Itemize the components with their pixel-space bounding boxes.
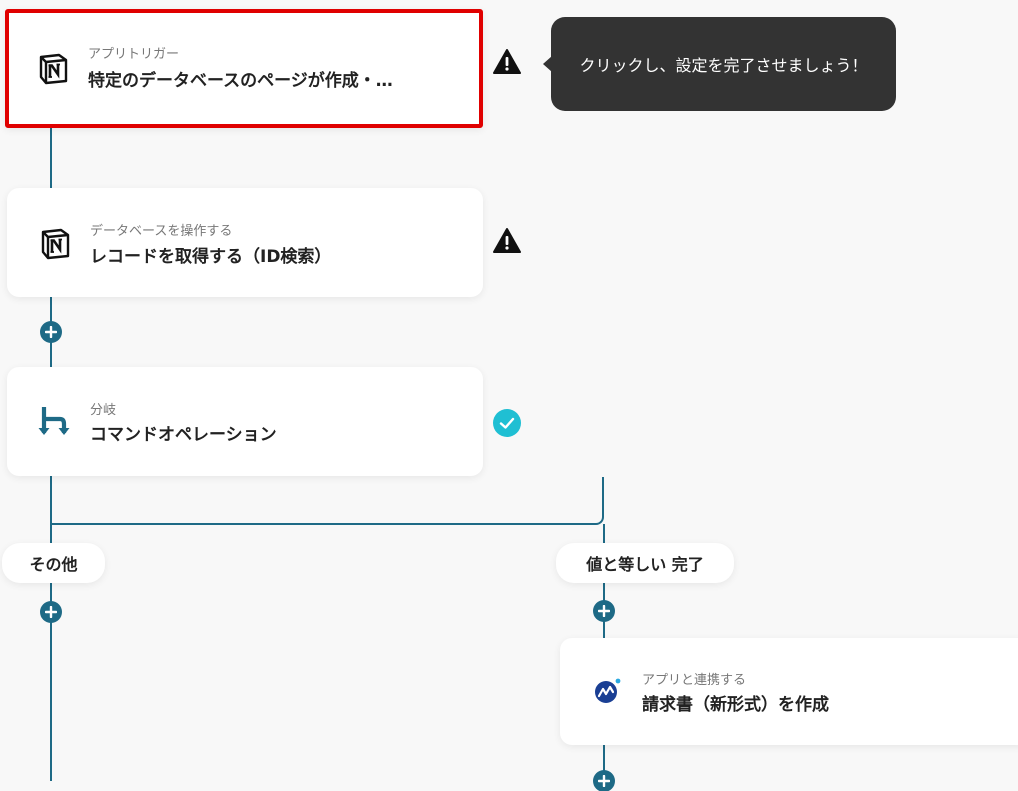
step-title: 請求書（新形式）を作成: [642, 695, 829, 715]
add-step-button[interactable]: [40, 601, 62, 623]
step-type-label: 分岐: [90, 403, 117, 418]
step-type-label: アプリと連携する: [642, 673, 747, 688]
misoca-icon: [595, 678, 621, 703]
check-icon: [493, 409, 521, 437]
add-step-button[interactable]: [593, 770, 615, 791]
trigger-step-card[interactable]: アプリトリガー 特定のデータベースのページが作成・…: [5, 9, 483, 128]
branch-icon: [38, 407, 70, 435]
branch-label-equals[interactable]: 値と等しい 完了: [556, 543, 734, 583]
branch-step-card[interactable]: 分岐 コマンドオペレーション: [7, 367, 483, 476]
tooltip-text: クリックし、設定を完了させましょう！: [579, 56, 868, 75]
notion-icon: [39, 53, 68, 85]
branch-label-text: その他: [29, 555, 78, 574]
plus-icon: [598, 775, 610, 787]
flow-canvas: アプリトリガー 特定のデータベースのページが作成・… クリックし、設定を完了させ…: [0, 0, 1018, 791]
branch-connector: [50, 477, 604, 525]
plus-icon: [45, 326, 57, 338]
branch-label-text: 値と等しい 完了: [586, 555, 704, 574]
add-step-button[interactable]: [593, 600, 615, 622]
get-record-step-card[interactable]: データベースを操作する レコードを取得する（ID検索）: [7, 188, 483, 297]
warning-icon: [493, 228, 521, 253]
create-invoice-step-card[interactable]: アプリと連携する 請求書（新形式）を作成: [560, 638, 1018, 745]
setup-tooltip: クリックし、設定を完了させましょう！: [551, 17, 896, 111]
plus-icon: [598, 605, 610, 617]
plus-icon: [45, 606, 57, 618]
step-type-label: データベースを操作する: [90, 224, 233, 239]
step-title: 特定のデータベースのページが作成・…: [88, 71, 393, 91]
step-type-label: アプリトリガー: [88, 47, 180, 62]
add-step-button[interactable]: [40, 321, 62, 343]
warning-icon: [493, 49, 521, 74]
step-title: レコードを取得する（ID検索）: [90, 247, 332, 267]
connector-line: [50, 124, 52, 188]
step-title: コマンドオペレーション: [90, 425, 277, 445]
branch-label-other[interactable]: その他: [2, 543, 105, 583]
notion-icon: [41, 228, 70, 260]
